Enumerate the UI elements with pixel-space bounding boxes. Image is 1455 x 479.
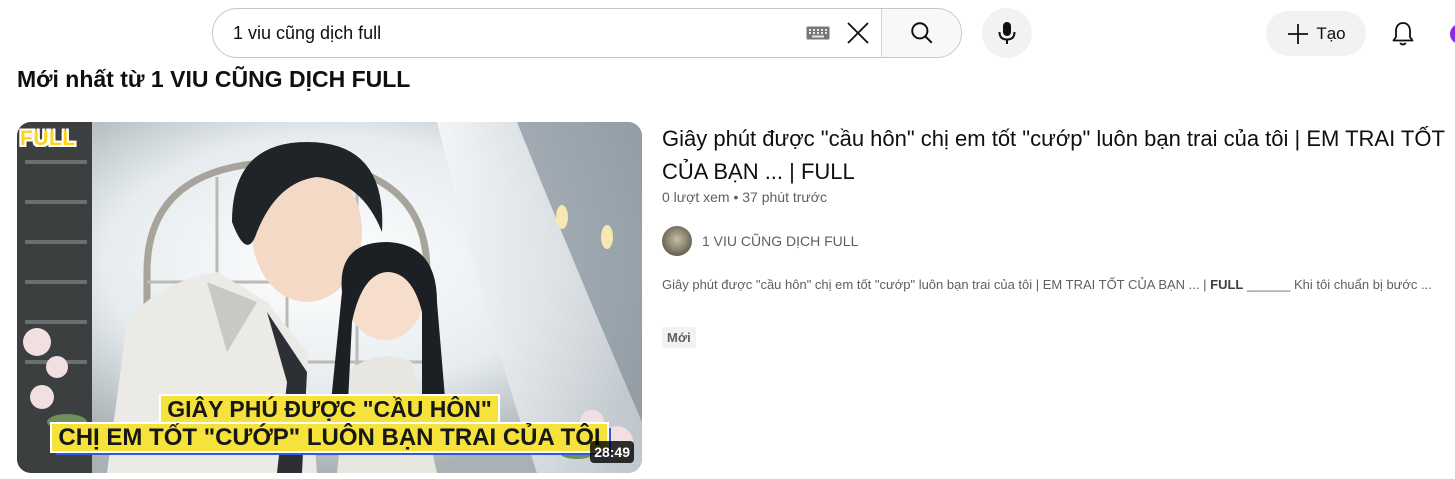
- search-icon: [910, 22, 932, 44]
- create-label: Tạo: [1316, 23, 1346, 43]
- video-thumbnail[interactable]: FULL GIÂY PHÚ ĐƯỢC "CẦU HÔN" CHỊ EM TỐT …: [17, 122, 642, 473]
- voice-search-button[interactable]: [982, 8, 1032, 58]
- bell-icon: [1392, 21, 1413, 45]
- notifications-button[interactable]: [1380, 11, 1425, 56]
- channel-name[interactable]: 1 VIU CŨNG DỊCH FULL: [702, 233, 858, 249]
- channel-avatar[interactable]: [662, 226, 692, 256]
- search-input[interactable]: [213, 9, 805, 57]
- meta-separator: •: [733, 189, 739, 205]
- channel-link[interactable]: 1 VIU CŨNG DỊCH FULL: [662, 226, 858, 256]
- published-time: 37 phút trước: [742, 189, 827, 205]
- view-count: 0 lượt xem: [662, 189, 730, 205]
- new-badge: Mới: [662, 327, 696, 348]
- video-duration: 28:49: [590, 441, 634, 463]
- plus-icon: [1288, 23, 1309, 44]
- section-title: Mới nhất từ 1 VIU CŨNG DỊCH FULL: [17, 66, 411, 92]
- mic-icon: [998, 22, 1016, 44]
- thumbnail-caption-line1: GIÂY PHÚ ĐƯỢC "CẦU HÔN": [17, 396, 642, 423]
- keyboard-icon[interactable]: [805, 25, 831, 41]
- create-button[interactable]: Tạo: [1266, 11, 1366, 56]
- search-box[interactable]: [212, 8, 962, 58]
- video-description-snippet: Giây phút được "cầu hôn" chị em tốt "cướ…: [662, 277, 1432, 292]
- full-badge: FULL: [20, 127, 76, 150]
- video-metadata: 0 lượt xem • 37 phút trước: [662, 189, 827, 205]
- clear-icon[interactable]: [843, 18, 873, 48]
- video-title-link[interactable]: Giây phút được "cầu hôn" chị em tốt "cướ…: [662, 122, 1452, 188]
- thumbnail-caption-line2: CHỊ EM TỐT "CƯỚP" LUÔN BẠN TRAI CỦA TÔI: [17, 424, 642, 452]
- account-avatar[interactable]: [1450, 24, 1455, 44]
- description-highlight: FULL: [1210, 277, 1244, 292]
- search-button[interactable]: [881, 9, 961, 57]
